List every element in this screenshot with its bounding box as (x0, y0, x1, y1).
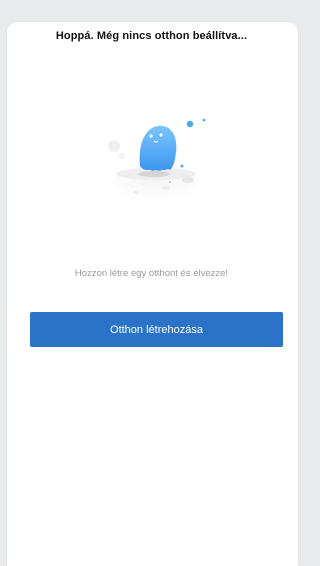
app-screen (7, 22, 298, 566)
create-home-button[interactable]: Otthon létrehozása (30, 312, 283, 347)
ghost-planet-illustration (108, 118, 206, 208)
page-title: Hoppá. Még nincs otthon beállítva... (55, 30, 248, 42)
empty-state-message: Hozzon létre egy otthont és élvezze! (74, 268, 229, 279)
